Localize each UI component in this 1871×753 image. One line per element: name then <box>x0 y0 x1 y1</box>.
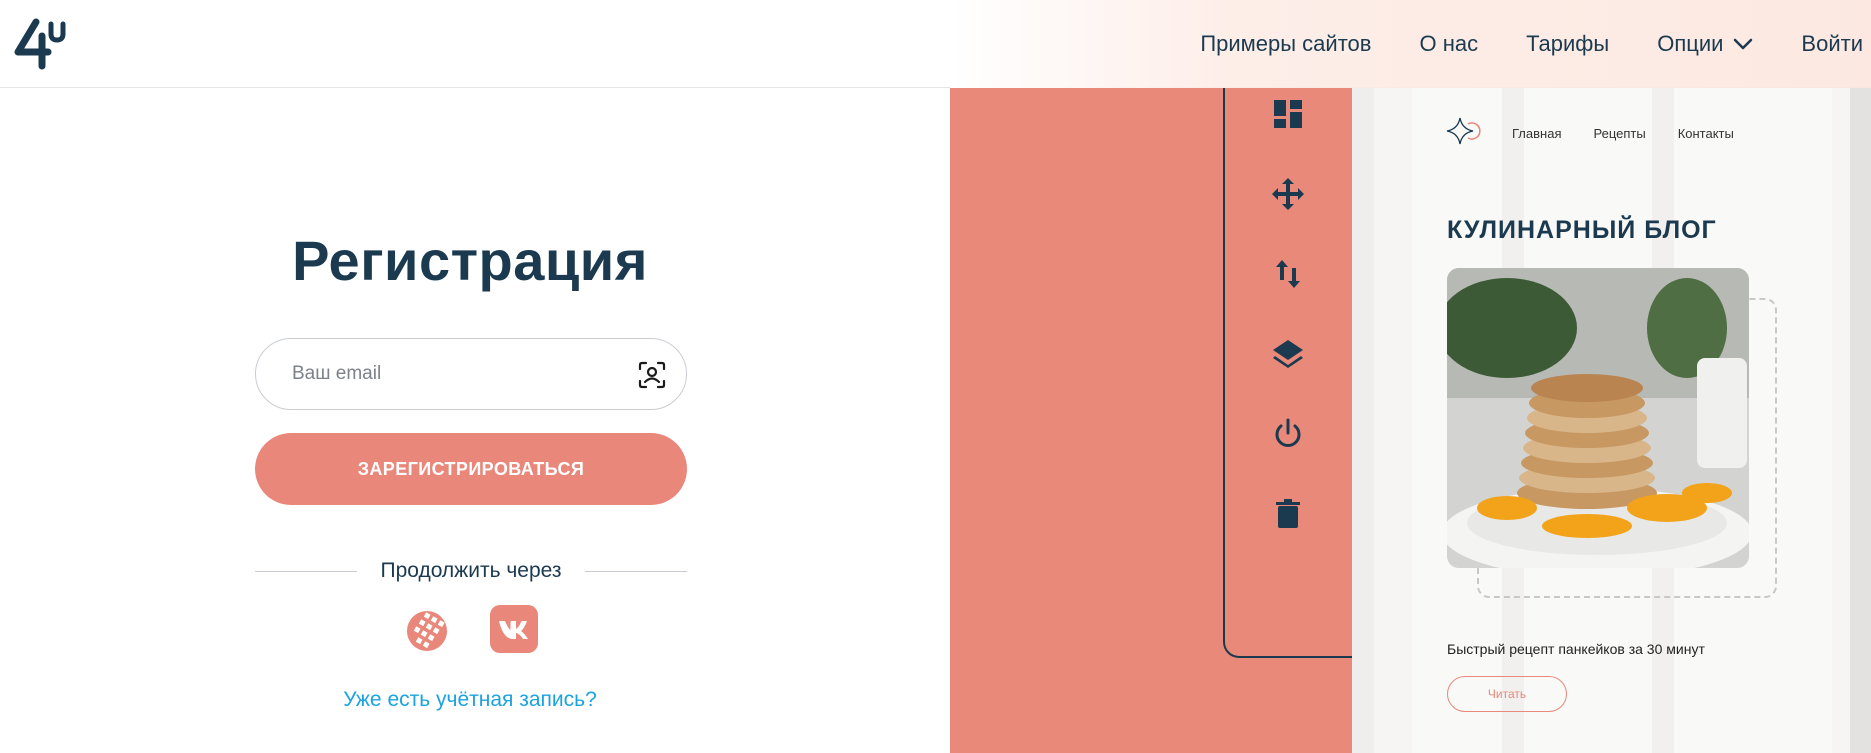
registration-panel: Регистрация ЗАРЕГИСТРИРОВАТЬСЯ Продолжит… <box>0 88 950 753</box>
nav-about-label: О нас <box>1419 31 1479 56</box>
divider-line-right <box>585 571 687 572</box>
nav-examples[interactable]: Примеры сайтов <box>1200 31 1371 57</box>
sort-icon <box>1276 260 1300 288</box>
preview-caption: Быстрый рецепт панкейков за 30 минут <box>1447 641 1705 657</box>
pancakes-photo <box>1447 268 1749 568</box>
nav-options-label: Опции <box>1657 31 1724 56</box>
preview-stripe <box>1352 88 1374 753</box>
site-preview: Главная Рецепты Контакты КУЛИНАРНЫЙ БЛОГ <box>1352 88 1871 753</box>
preview-nav-recipes: Рецепты <box>1593 126 1646 141</box>
nav-pricing[interactable]: Тарифы <box>1526 31 1609 57</box>
nav-about[interactable]: О нас <box>1419 31 1478 57</box>
register-button[interactable]: ЗАРЕГИСТРИРОВАТЬСЯ <box>255 433 687 505</box>
nav-login[interactable]: Войти <box>1801 31 1863 57</box>
vk-icon[interactable] <box>490 605 538 653</box>
editor-toolbar <box>1223 88 1353 658</box>
main-nav: Примеры сайтов О нас Тарифы Опции Войти <box>1200 0 1863 88</box>
dashboard-icon <box>1274 100 1302 128</box>
page-title: Регистрация <box>292 229 648 292</box>
header: Примеры сайтов О нас Тарифы Опции Войти <box>0 0 1871 88</box>
email-field[interactable] <box>292 363 650 385</box>
nav-examples-label: Примеры сайтов <box>1200 31 1372 56</box>
pancakes-image <box>1447 268 1749 568</box>
preview-nav-contacts: Контакты <box>1677 126 1734 141</box>
preview-edge <box>1850 88 1871 753</box>
logo-icon[interactable] <box>14 18 68 70</box>
preview-nav: Главная Рецепты Контакты <box>1512 126 1734 141</box>
editor-preview-panel: Главная Рецепты Контакты КУЛИНАРНЫЙ БЛОГ <box>950 88 1871 753</box>
email-field-wrapper <box>255 338 687 410</box>
power-icon <box>1275 418 1301 447</box>
layers-icon <box>1273 340 1303 368</box>
page: Примеры сайтов О нас Тарифы Опции Войти … <box>0 0 1871 753</box>
nav-pricing-label: Тарифы <box>1526 31 1610 56</box>
star-logo-icon <box>1446 117 1481 145</box>
trash-icon <box>1276 499 1300 528</box>
chevron-down-icon <box>1734 38 1753 50</box>
preview-nav-home: Главная <box>1512 126 1562 141</box>
nav-login-label: Войти <box>1801 31 1863 56</box>
move-icon <box>1272 178 1304 210</box>
preview-read-button: Читать <box>1447 676 1567 712</box>
webmoney-icon[interactable] <box>405 605 453 653</box>
login-link[interactable]: Уже есть учётная запись? <box>0 688 940 712</box>
continue-divider: Продолжить через <box>255 558 687 584</box>
face-id-icon[interactable] <box>638 361 666 389</box>
nav-options[interactable]: Опции <box>1657 31 1753 57</box>
preview-title: КУЛИНАРНЫЙ БЛОГ <box>1447 216 1717 244</box>
